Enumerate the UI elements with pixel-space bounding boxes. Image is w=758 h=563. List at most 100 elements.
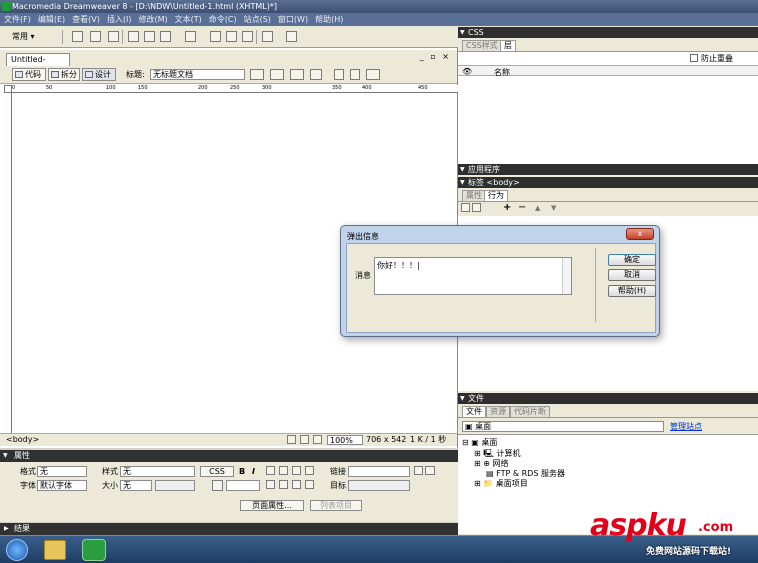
code-view-button[interactable]: 代码 bbox=[12, 68, 46, 81]
files-panel-header[interactable]: 文件 bbox=[458, 393, 758, 404]
properties-panel-header[interactable]: ▼ 属性 bbox=[0, 450, 458, 462]
tag-selector[interactable]: <body> bbox=[6, 434, 39, 446]
show-all-events-icon[interactable] bbox=[472, 203, 481, 212]
menu-commands[interactable]: 命令(C) bbox=[205, 13, 240, 26]
menu-window[interactable]: 窗口(W) bbox=[274, 13, 311, 26]
zoom-tool-icon[interactable] bbox=[313, 435, 322, 444]
css-panel-header[interactable]: CSS bbox=[458, 27, 758, 38]
tab-attributes[interactable]: 属性 bbox=[462, 190, 486, 201]
menu-edit[interactable]: 编辑(E) bbox=[34, 13, 68, 26]
debug-icon[interactable] bbox=[290, 69, 304, 80]
zoom-select[interactable]: 100% bbox=[327, 435, 363, 445]
media-icon[interactable] bbox=[185, 31, 196, 42]
menu-insert[interactable]: 插入(I) bbox=[103, 13, 135, 26]
hyperlink-icon[interactable] bbox=[72, 31, 83, 42]
justify-icon[interactable] bbox=[305, 466, 314, 475]
target-select[interactable] bbox=[348, 480, 410, 491]
hand-tool-icon[interactable] bbox=[300, 435, 309, 444]
align-center-icon[interactable] bbox=[279, 466, 288, 475]
css-button[interactable]: CSS bbox=[200, 466, 234, 477]
align-right-icon[interactable] bbox=[292, 466, 301, 475]
menu-help[interactable]: 帮助(H) bbox=[311, 13, 346, 26]
tab-css-styles[interactable]: CSS样式 bbox=[462, 40, 502, 51]
cancel-button[interactable]: 取消 bbox=[608, 269, 656, 281]
tab-behaviors[interactable]: 行为 bbox=[484, 190, 508, 201]
indent-icon[interactable] bbox=[305, 480, 314, 489]
explorer-taskbar-icon[interactable] bbox=[44, 540, 66, 560]
window-size-readout[interactable]: 706 x 542 bbox=[366, 434, 406, 446]
unordered-list-icon[interactable] bbox=[266, 480, 275, 489]
named-anchor-icon[interactable] bbox=[108, 31, 119, 42]
message-textarea[interactable]: 你好！！！| bbox=[374, 257, 572, 295]
email-link-icon[interactable] bbox=[90, 31, 101, 42]
document-tab[interactable]: Untitled-1.html* bbox=[6, 53, 70, 76]
style-select[interactable]: 无 bbox=[120, 466, 195, 477]
refresh-icon[interactable] bbox=[334, 69, 344, 80]
show-set-events-icon[interactable] bbox=[461, 203, 470, 212]
format-select[interactable]: 无 bbox=[37, 466, 87, 477]
tree-item-desktop[interactable]: ⊟ ▣ 桌面 bbox=[462, 437, 497, 448]
tree-item-desktop-items[interactable]: ⊞ 📁 桌面项目 bbox=[474, 478, 528, 489]
split-view-button[interactable]: 拆分 bbox=[48, 68, 80, 81]
add-behavior-button[interactable]: + bbox=[503, 202, 511, 213]
tag-inspector-header[interactable]: 标签 <body> bbox=[458, 177, 758, 188]
menu-view[interactable]: 查看(V) bbox=[68, 13, 103, 26]
tab-files[interactable]: 文件 bbox=[462, 406, 486, 417]
browse-folder-icon[interactable] bbox=[425, 466, 435, 475]
name-column-header[interactable]: 名称 bbox=[494, 67, 510, 78]
insert-category-dropdown[interactable]: 常用 ▾ bbox=[12, 31, 35, 42]
size-unit-select[interactable] bbox=[155, 480, 195, 491]
font-select[interactable]: 默认字体 bbox=[37, 480, 87, 491]
date-icon[interactable] bbox=[210, 31, 221, 42]
move-up-button[interactable]: ▲ bbox=[535, 204, 540, 212]
file-management-icon[interactable] bbox=[250, 69, 264, 80]
menu-text[interactable]: 文本(T) bbox=[171, 13, 205, 26]
ruler-origin[interactable] bbox=[4, 85, 12, 93]
select-tool-icon[interactable] bbox=[287, 435, 296, 444]
tab-snippets[interactable]: 代码片断 bbox=[510, 406, 550, 417]
tab-layers[interactable]: 层 bbox=[500, 40, 516, 51]
head-icon[interactable] bbox=[286, 31, 297, 42]
application-panel-header[interactable]: 应用程序 bbox=[458, 164, 758, 175]
outdent-icon[interactable] bbox=[292, 480, 301, 489]
tab-assets[interactable]: 资源 bbox=[486, 406, 510, 417]
menu-site[interactable]: 站点(S) bbox=[240, 13, 274, 26]
prevent-overlap-checkbox[interactable] bbox=[690, 54, 698, 62]
ordered-list-icon[interactable] bbox=[279, 480, 288, 489]
menu-modify[interactable]: 修改(M) bbox=[134, 13, 170, 26]
dialog-close-button[interactable]: x bbox=[626, 228, 654, 240]
site-location-select[interactable]: ▣ 桌面 bbox=[462, 421, 664, 432]
view-options-icon[interactable] bbox=[350, 69, 360, 80]
align-left-icon[interactable] bbox=[266, 466, 275, 475]
ok-button[interactable]: 确定 bbox=[608, 254, 656, 266]
visual-aids-icon[interactable] bbox=[366, 69, 380, 80]
template-icon[interactable] bbox=[242, 31, 253, 42]
move-down-button[interactable]: ▼ bbox=[551, 204, 556, 212]
page-properties-button[interactable]: 页面属性... bbox=[240, 500, 304, 511]
dreamweaver-taskbar-icon[interactable] bbox=[82, 539, 106, 561]
manage-sites-link[interactable]: 管理站点 bbox=[670, 421, 702, 432]
table-icon[interactable] bbox=[128, 31, 139, 42]
textarea-scrollbar[interactable] bbox=[562, 258, 571, 294]
design-view-button[interactable]: 设计 bbox=[82, 68, 116, 81]
document-window-controls[interactable]: _ ▫ × bbox=[420, 52, 451, 61]
size-select[interactable]: 无 bbox=[120, 480, 152, 491]
start-button[interactable] bbox=[6, 539, 28, 561]
preview-browser-icon[interactable] bbox=[270, 69, 284, 80]
list-item-button[interactable]: 列表项目 bbox=[310, 500, 362, 511]
tag-chooser-icon[interactable] bbox=[262, 31, 273, 42]
help-button[interactable]: 帮助(H) bbox=[608, 285, 656, 297]
image-icon[interactable] bbox=[160, 31, 171, 42]
italic-button[interactable]: I bbox=[252, 466, 255, 477]
globe-icon[interactable] bbox=[310, 69, 322, 80]
link-input[interactable] bbox=[348, 466, 410, 477]
results-panel-header[interactable]: ▶ 结果 bbox=[0, 523, 458, 535]
text-color-input[interactable] bbox=[226, 480, 260, 491]
comment-icon[interactable] bbox=[226, 31, 237, 42]
text-color-swatch[interactable] bbox=[212, 480, 223, 491]
remove-behavior-button[interactable]: − bbox=[518, 202, 526, 213]
menu-file[interactable]: 文件(F) bbox=[0, 13, 34, 26]
layer-icon[interactable] bbox=[144, 31, 155, 42]
bold-button[interactable]: B bbox=[239, 466, 245, 477]
point-to-file-icon[interactable] bbox=[414, 466, 423, 475]
